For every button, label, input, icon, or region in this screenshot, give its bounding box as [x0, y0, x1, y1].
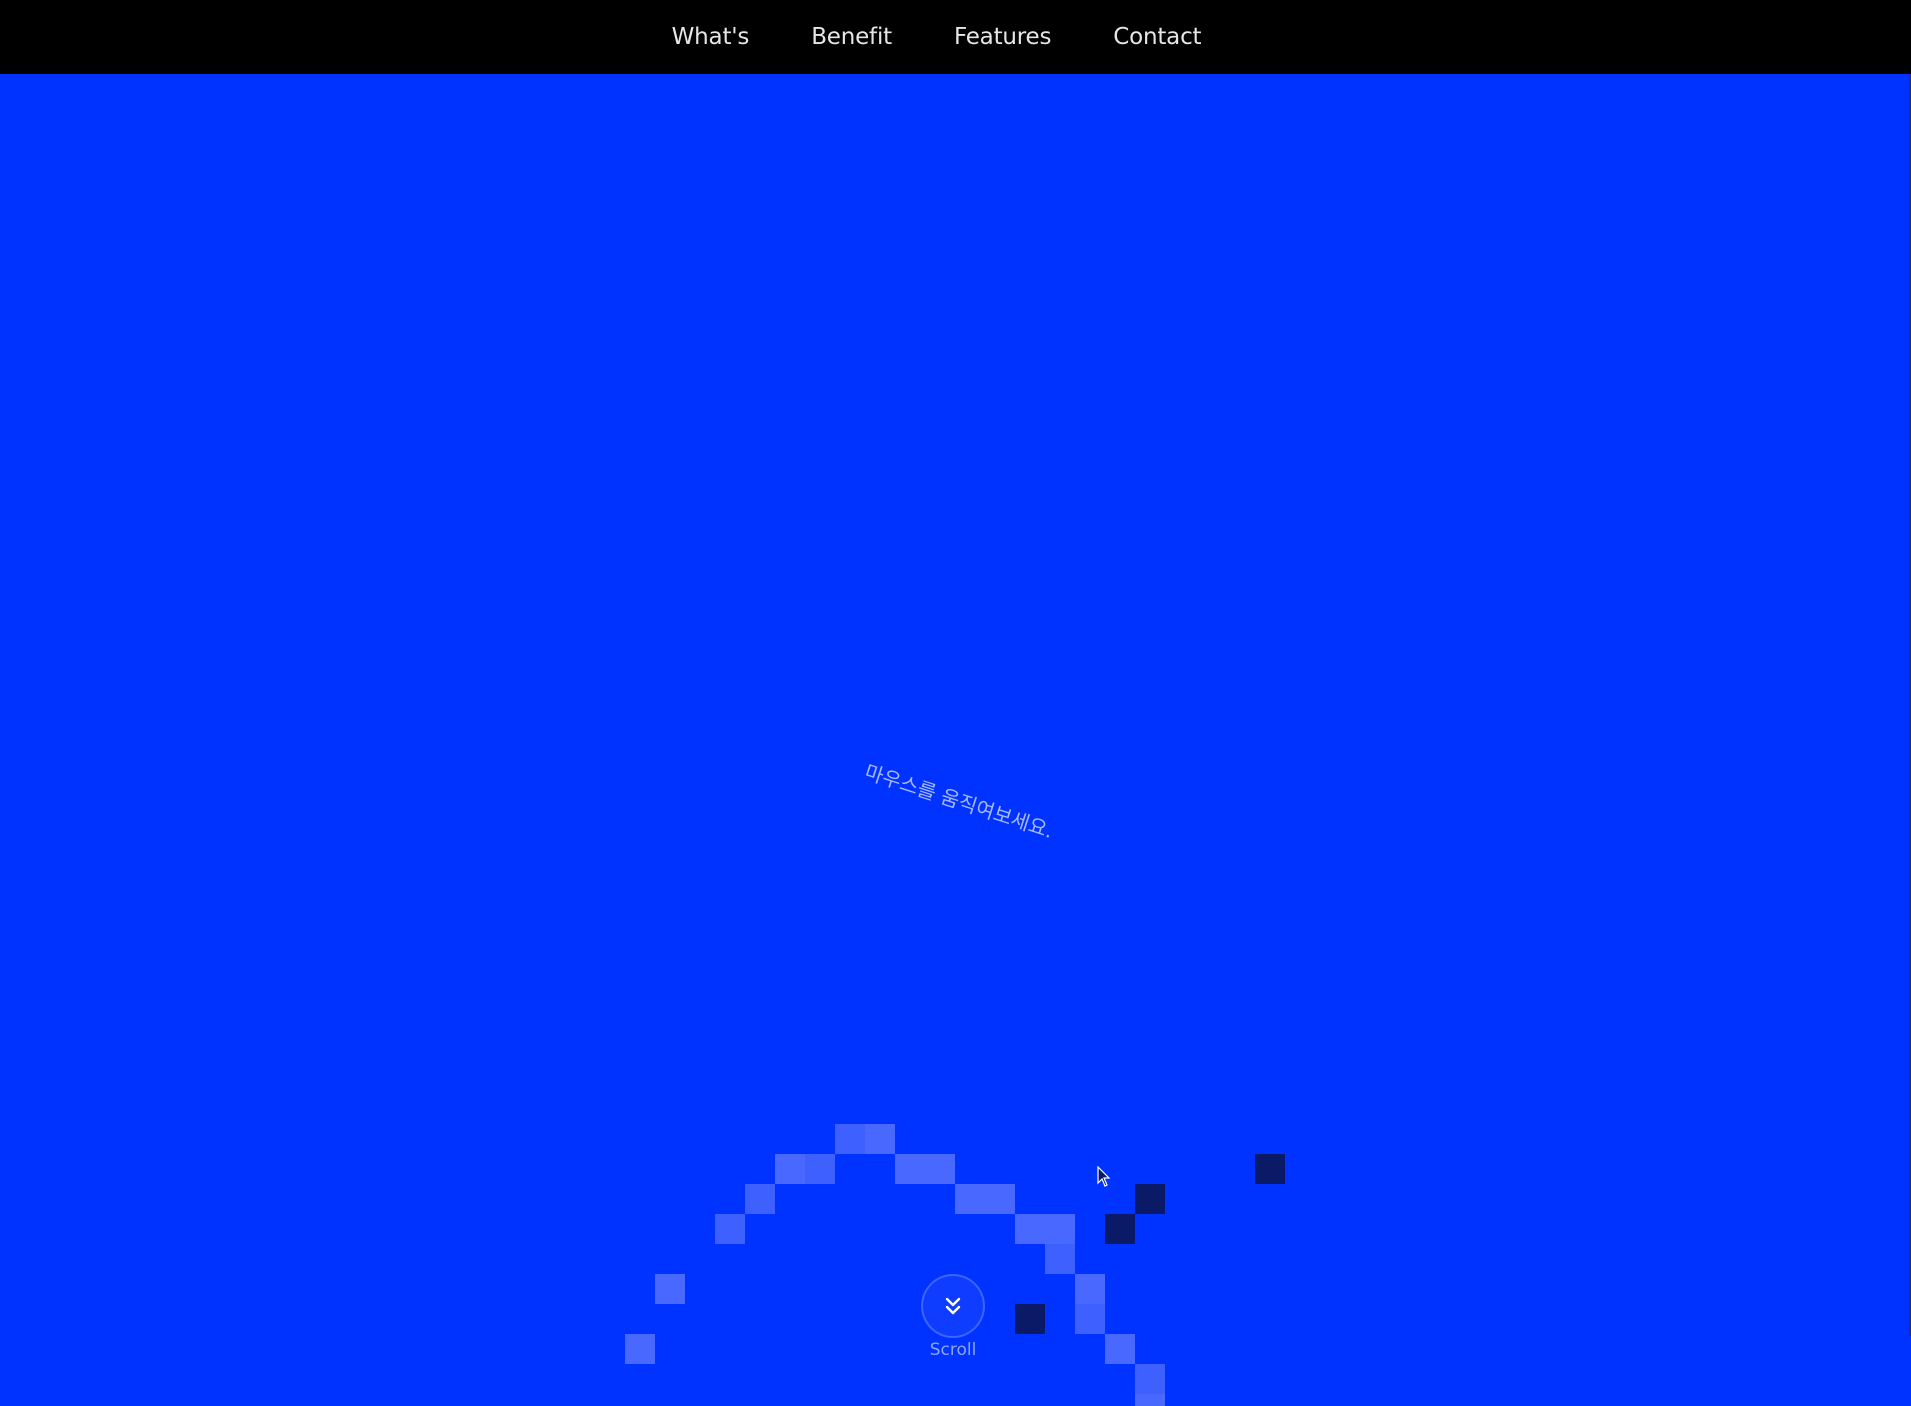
trail-pixel-dark — [1105, 1214, 1135, 1244]
trail-pixel-light — [955, 1184, 985, 1214]
trail-pixel-light — [1015, 1214, 1045, 1244]
trail-pixel-light — [1075, 1304, 1105, 1334]
scroll-label: Scroll — [929, 1340, 977, 1360]
trail-pixel-light — [1045, 1214, 1075, 1244]
trail-pixel-light — [1075, 1274, 1105, 1304]
trail-pixel-light — [1135, 1394, 1165, 1406]
nav-link-benefit[interactable]: Benefit — [780, 24, 923, 50]
scroll-down-button[interactable] — [921, 1274, 985, 1338]
trail-pixel-light — [1135, 1364, 1165, 1394]
trail-pixel-dark — [1135, 1184, 1165, 1214]
nav-link-whats[interactable]: What's — [641, 24, 781, 50]
double-chevron-down-icon — [945, 1297, 961, 1315]
trail-pixel-dark — [1255, 1154, 1285, 1184]
move-mouse-hint: 마우스를 움직여보세요. — [861, 759, 1057, 844]
trail-pixel-light — [895, 1154, 925, 1184]
page: What's Benefit Features Contact 마우스를 움직여… — [0, 0, 1911, 1406]
trail-pixel-light — [1105, 1334, 1135, 1364]
pixel-trail-canvas — [0, 0, 1911, 1406]
trail-pixel-light — [625, 1334, 655, 1364]
trail-pixel-light — [835, 1124, 865, 1154]
trail-pixel-light — [865, 1124, 895, 1154]
trail-pixel-light — [655, 1274, 685, 1304]
trail-pixel-light — [775, 1154, 805, 1184]
trail-pixel-dark — [1015, 1304, 1045, 1334]
nav-link-contact[interactable]: Contact — [1082, 24, 1232, 50]
mouse-cursor-icon — [1097, 1166, 1111, 1187]
trail-pixel-light — [805, 1154, 835, 1184]
nav-link-features[interactable]: Features — [923, 24, 1082, 50]
trail-pixel-light — [1045, 1244, 1075, 1274]
trail-pixel-light — [715, 1214, 745, 1244]
trail-pixel-light — [985, 1184, 1015, 1214]
trail-pixel-light — [925, 1154, 955, 1184]
trail-pixel-light — [745, 1184, 775, 1214]
top-navigation: What's Benefit Features Contact — [0, 0, 1911, 74]
nav-list: What's Benefit Features Contact — [641, 24, 1233, 50]
